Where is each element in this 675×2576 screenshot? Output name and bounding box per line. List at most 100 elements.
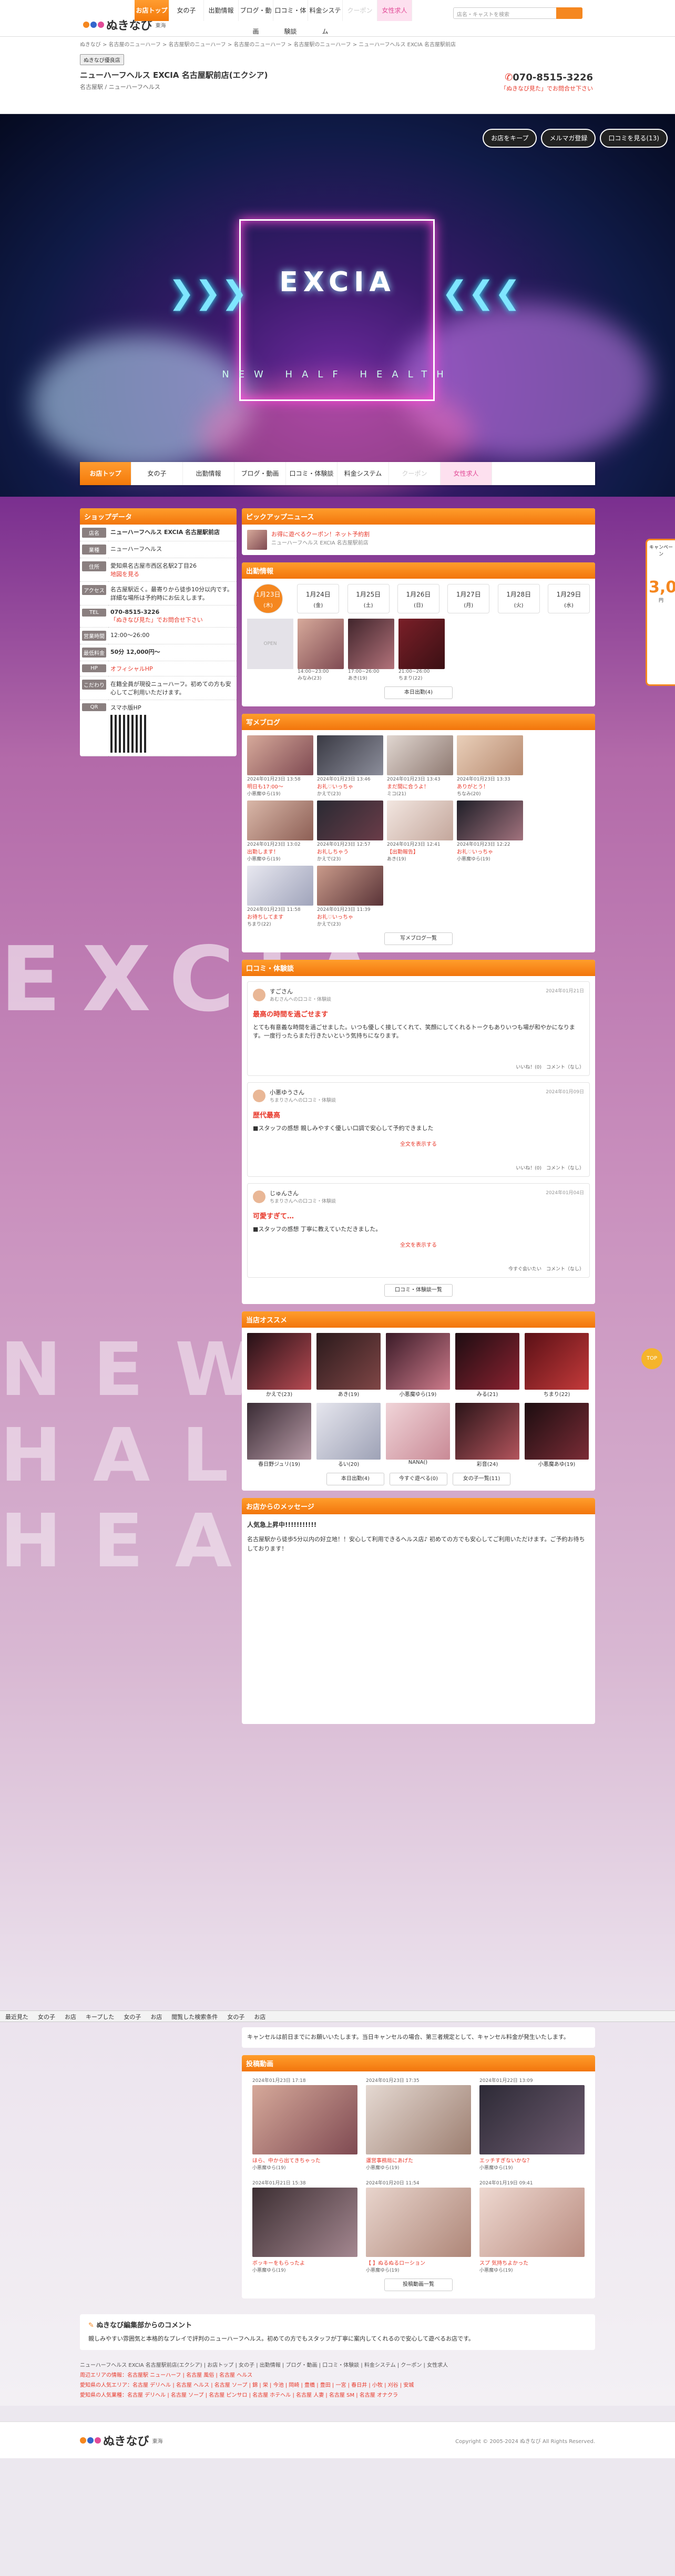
recent-shops-tab[interactable]: お店 <box>65 2013 76 2020</box>
schedule-day[interactable]: 1月26日 (日) <box>397 584 439 613</box>
video-item[interactable]: 2024年01月22日 13:09 エッチすぎないかな？ 小悪魔ゆら(19) <box>479 2077 585 2171</box>
today-schedule-button[interactable]: 本日出勤(4) <box>384 686 453 699</box>
subnav-blog[interactable]: ブログ・動画 <box>234 462 286 485</box>
recommend-girl[interactable]: かえで(23) <box>247 1333 311 1398</box>
footer-link-row[interactable]: 周辺エリアの情報：名古屋駅 ニューハーフ | 名古屋 風俗 | 名古屋 ヘルス <box>80 2370 595 2380</box>
recommend-girl[interactable]: あき(19) <box>316 1333 381 1398</box>
footer-logo[interactable]: ぬきなび 東海 <box>80 2431 163 2449</box>
footer-link-row[interactable]: 愛知県の人気エリア：名古屋 デリヘル | 名古屋 ヘルス | 名古屋 ソープ |… <box>80 2380 595 2390</box>
schedule-day[interactable]: 1月24日 (金) <box>297 584 340 613</box>
video-item[interactable]: 2024年01月19日 09:41 スプ 気持ちよかった 小悪魔ゆら(19) <box>479 2179 585 2273</box>
like-button[interactable]: 今すぐ会いたい <box>508 1267 541 1272</box>
search-shops-tab[interactable]: お店 <box>254 2013 265 2020</box>
nav-coupon[interactable]: クーポン <box>343 0 377 21</box>
recommend-girl[interactable]: るい(20) <box>316 1403 381 1467</box>
nav-schedule[interactable]: 出勤情報 <box>204 0 239 21</box>
comment-link[interactable]: コメント（なし） <box>546 1065 584 1070</box>
nav-shop-top[interactable]: お店トップ <box>135 0 169 21</box>
nav-blog[interactable]: ブログ・動画 <box>239 0 273 35</box>
recommend-girl[interactable]: 春日野ジュリ(19) <box>247 1403 311 1467</box>
footer-link-row[interactable]: 愛知県の人気業種：名古屋 デリヘル | 名古屋 ソープ | 名古屋 ピンサロ |… <box>80 2390 595 2400</box>
available-now-button[interactable]: 今すぐ遊べる(0) <box>390 1473 447 1485</box>
nav-price[interactable]: 料金システム <box>308 0 343 35</box>
show-full-review-link[interactable]: 全文を表示する <box>253 1240 584 1248</box>
blog-post[interactable]: 2024年01月23日 12:57 お礼しちゃう かえで(23) <box>317 800 383 862</box>
schedule-girl[interactable]: 21:00~26:00 ちまり(22) <box>398 619 445 681</box>
nav-recruit[interactable]: 女性求人 <box>377 0 412 21</box>
schedule-girl[interactable]: 14:00~23:00 みなみ(23) <box>298 619 344 681</box>
reviews-list-button[interactable]: 口コミ・体験談一覧 <box>384 1284 453 1297</box>
schedule-girl[interactable]: OPEN <box>247 619 293 681</box>
subnav-schedule[interactable]: 出勤情報 <box>183 462 234 485</box>
today-girls-button[interactable]: 本日出勤(4) <box>326 1473 384 1485</box>
blog-post[interactable]: 2024年01月23日 11:58 お待ちしてます ちまり(22) <box>247 866 313 927</box>
shop-tel[interactable]: ✆070-8515-3226 「ぬきなび見た」でお問合せ下さい <box>500 72 593 93</box>
recommend-girl[interactable]: みる(21) <box>455 1333 519 1398</box>
schedule-day[interactable]: 1月28日 (火) <box>497 584 540 613</box>
show-full-review-link[interactable]: 全文を表示する <box>253 1140 584 1147</box>
comment-link[interactable]: コメント（なし） <box>546 1267 584 1272</box>
subnav-price[interactable]: 料金システム <box>338 462 389 485</box>
schedule-day[interactable]: 1月29日 (水) <box>547 584 590 613</box>
like-button[interactable]: いいね！(0) <box>516 1065 541 1070</box>
keep-shop-button[interactable]: お店をキープ <box>483 129 537 148</box>
search-button[interactable] <box>556 7 582 19</box>
recommend-girl[interactable]: 彩音(24) <box>455 1403 519 1467</box>
like-button[interactable]: いいね！(0) <box>516 1166 541 1171</box>
subnav-shop-top[interactable]: お店トップ <box>80 462 131 485</box>
review-card[interactable]: すごさん あむさんへの口コミ・体験談 2024年01月21日 最高の時間を過ごせま… <box>247 981 590 1076</box>
blog-list-button[interactable]: 写メブログ一覧 <box>384 932 453 945</box>
blog-post[interactable]: 2024年01月23日 13:02 出勤します！ 小悪魔ゆら(19) <box>247 800 313 862</box>
mail-magazine-button[interactable]: メルマガ登録 <box>541 129 596 148</box>
subnav-reviews[interactable]: 口コミ・体験談 <box>286 462 338 485</box>
search-input[interactable]: 店名・キャストを検索 <box>453 7 582 19</box>
search-girls-tab[interactable]: 女の子 <box>227 2013 244 2020</box>
view-reviews-button[interactable]: 口コミを見る(13) <box>600 129 668 148</box>
blog-post[interactable]: 2024年01月23日 12:22 お礼♡いっちゃ 小悪魔ゆら(19) <box>457 800 523 862</box>
subnav-recruit[interactable]: 女性求人 <box>441 462 492 485</box>
blog-post[interactable]: 2024年01月23日 13:43 まだ間に合うよ！ ミコ(21) <box>387 735 453 797</box>
blog-post[interactable]: 2024年01月23日 12:41 【出勤報告】 あき(19) <box>387 800 453 862</box>
review-card[interactable]: 小悪ゆうさん ちまりさんへの口コミ・体験談 2024年01月09日 歴代最高 ■ス… <box>247 1082 590 1177</box>
schedule-day[interactable]: 1月25日 (土) <box>347 584 390 613</box>
map-link[interactable]: 地図を見る <box>110 571 139 578</box>
schedule-girl[interactable]: 17:00~26:00 あき(19) <box>348 619 394 681</box>
breadcrumb[interactable]: ぬきなび > 名古屋のニューハーフ > 名古屋駅のニューハーフ > 名古屋のニュ… <box>80 40 595 48</box>
pickup-item[interactable]: お得に遊べるクーポン！ネット予約割 ニューハーフヘルス EXCIA 名古屋駅前店 <box>242 525 595 555</box>
recommend-girl[interactable]: ちまり(22) <box>525 1333 589 1398</box>
pickup-text[interactable]: お得に遊べるクーポン！ネット予約割 <box>271 530 370 538</box>
schedule-day[interactable]: 1月23日 (木) <box>253 584 283 613</box>
video-list-button[interactable]: 投稿動画一覧 <box>384 2278 453 2291</box>
schedule-day[interactable]: 1月27日 (月) <box>447 584 490 613</box>
row-value: 愛知県名古屋市西区名駅2丁目26 地図を見る <box>108 558 237 582</box>
video-item[interactable]: 2024年01月23日 17:18 ほら、中から出てきちゃった 小悪魔ゆら(19) <box>252 2077 357 2171</box>
blog-post[interactable]: 2024年01月23日 13:33 ありがとう！ ちなみ(20) <box>457 735 523 797</box>
nav-reviews[interactable]: 口コミ・体験談 <box>273 0 308 35</box>
kept-shops-tab[interactable]: お店 <box>150 2013 162 2020</box>
blog-post[interactable]: 2024年01月23日 13:58 明日も17:00〜 小悪魔ゆら(19) <box>247 735 313 797</box>
campaign-side-banner[interactable]: キャンペーン 3,000 円 <box>646 539 675 686</box>
video-item[interactable]: 2024年01月21日 15:38 ボッキーをもらったよ 小悪魔ゆら(19) <box>252 2179 357 2273</box>
kept-girls-tab[interactable]: 女の子 <box>124 2013 141 2020</box>
blog-post[interactable]: 2024年01月23日 13:46 お礼♡いっちゃ かえで(23) <box>317 735 383 797</box>
row-value: ニューハーフヘルス EXCIA 名古屋駅前店 <box>108 525 237 541</box>
footer-link-row[interactable]: ニューハーフヘルス EXCIA 名古屋駅前店(エクシア) | お店トップ | 女… <box>80 2361 595 2370</box>
subnav-coupon[interactable]: クーポン <box>389 462 441 485</box>
recommend-girl[interactable]: 小悪魔ゆら(19) <box>386 1333 450 1398</box>
recent-girls-tab[interactable]: 女の子 <box>38 2013 55 2020</box>
video-date: 2024年01月19日 09:41 <box>479 2180 533 2186</box>
go-top-button[interactable]: TOP <box>641 1348 662 1369</box>
tel-value[interactable]: 070-8515-3226 <box>110 609 159 615</box>
all-girls-button[interactable]: 女の子一覧(11) <box>453 1473 510 1485</box>
comment-link[interactable]: コメント（なし） <box>546 1166 584 1171</box>
blog-post[interactable]: 2024年01月23日 11:39 お礼♡いっちゃ かえで(23) <box>317 866 383 927</box>
recommend-girl[interactable]: NANA() <box>386 1403 450 1467</box>
video-item[interactable]: 2024年01月20日 11:54 【 】ぬるぬるローション 小悪魔ゆら(19) <box>366 2179 471 2273</box>
video-item[interactable]: 2024年01月23日 17:35 運営事務局にあげた 小悪魔ゆら(19) <box>366 2077 471 2171</box>
recommend-girl[interactable]: 小悪魔あゆ(19) <box>525 1403 589 1467</box>
review-card[interactable]: じゅんさん ちまりさんへの口コミ・体験談 2024年01月04日 可愛すぎて… ■… <box>247 1183 590 1278</box>
girl-photo <box>525 1403 589 1460</box>
nav-girls[interactable]: 女の子 <box>169 0 204 21</box>
subnav-girls[interactable]: 女の子 <box>131 462 183 485</box>
official-hp-link[interactable]: オフィシャルHP <box>108 661 237 676</box>
